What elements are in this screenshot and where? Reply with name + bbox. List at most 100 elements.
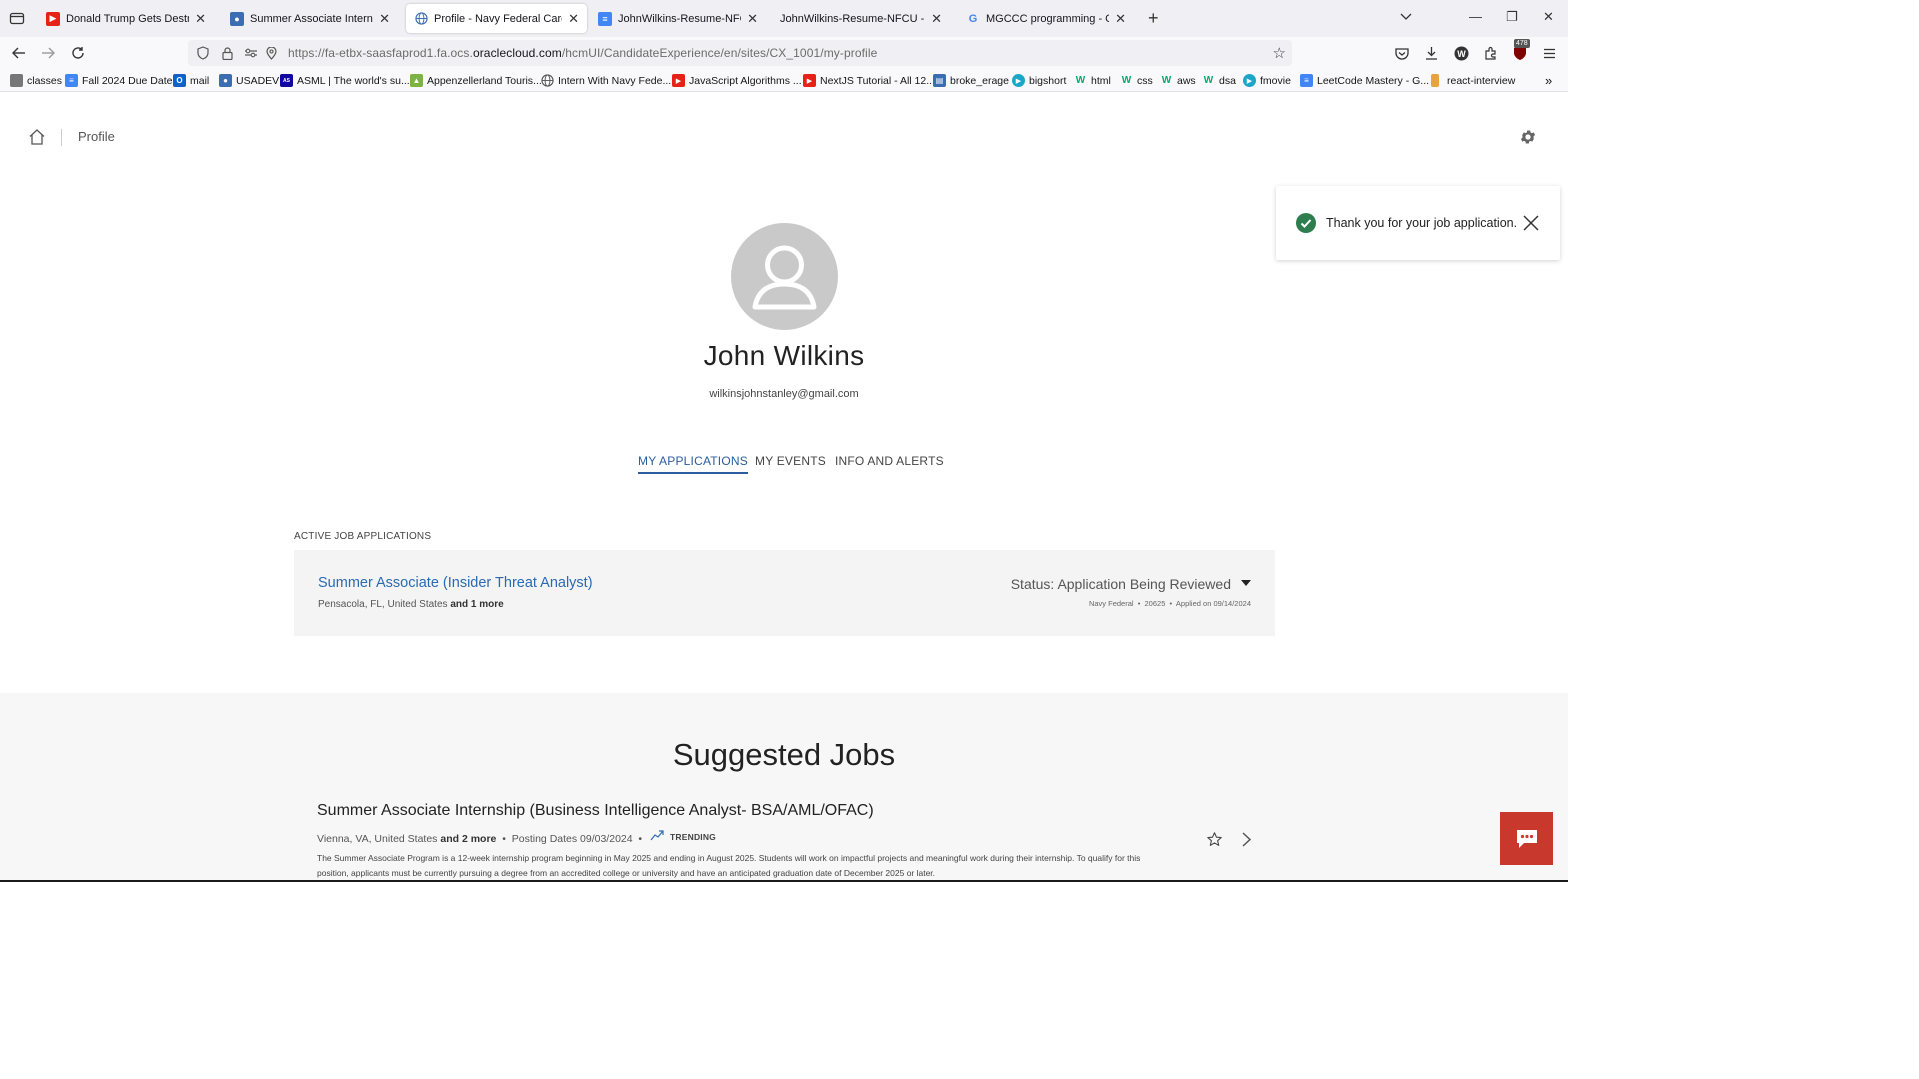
tab-close-icon[interactable]: ✕ <box>195 11 206 27</box>
play-icon: ▶ <box>1243 74 1256 87</box>
chat-button[interactable] <box>1500 812 1553 865</box>
tab-my-applications[interactable]: MY APPLICATIONS <box>638 454 748 474</box>
bookmark-label: JavaScript Algorithms ... <box>689 74 802 87</box>
application-status[interactable]: Status: Application Being Reviewed <box>1011 576 1231 592</box>
bookmark-item[interactable]: Wdsa <box>1202 73 1236 88</box>
pocket-icon[interactable] <box>1392 44 1412 62</box>
docs-icon: ≡ <box>65 74 78 87</box>
close-icon[interactable] <box>1522 214 1540 232</box>
asml-icon: AS <box>280 74 293 87</box>
bookmark-item[interactable]: ▶ NextJS Tutorial - All 12... <box>803 73 935 88</box>
url-text: https://fa-etbx-saasfaprod1.fa.ocs.oracl… <box>288 46 877 60</box>
bookmark-item[interactable]: Waws <box>1160 73 1196 88</box>
firefox-view-icon[interactable] <box>6 8 28 28</box>
url-bar[interactable]: https://fa-etbx-saasfaprod1.fa.ocs.oracl… <box>188 40 1292 66</box>
suggested-job-title[interactable]: Summer Associate Internship (Business In… <box>317 802 874 820</box>
tab-title: Summer Associate Internship (F <box>250 12 373 25</box>
chevron-right-icon[interactable] <box>1240 831 1252 848</box>
home-icon[interactable] <box>28 128 46 146</box>
avatar[interactable] <box>731 223 838 330</box>
breadcrumb-current: Profile <box>78 129 115 144</box>
permissions-icon[interactable] <box>242 44 260 62</box>
youtube-icon: ▶ <box>803 74 816 87</box>
tab-title: JohnWilkins-Resume-NFCU - JohnW <box>780 12 925 25</box>
wikipedia-extension-icon[interactable]: W <box>1451 44 1471 62</box>
tab-title: Profile - Navy Federal Careers <box>434 12 562 25</box>
bag-icon <box>10 74 23 87</box>
tab-close-icon[interactable]: ✕ <box>931 11 942 27</box>
bookmark-item[interactable]: classes <box>10 73 62 88</box>
more-bookmarks-icon[interactable]: » <box>1545 73 1552 88</box>
minimize-button[interactable]: — <box>1469 9 1482 24</box>
toast-message: Thank you for your job application. <box>1326 216 1518 230</box>
tab-close-icon[interactable]: ✕ <box>379 11 390 27</box>
bookmark-item[interactable]: ▶ JavaScript Algorithms ... <box>672 73 802 88</box>
suggested-job-posting-date: Posting Dates 09/03/2024 <box>511 833 633 845</box>
tab-title: Donald Trump Gets Destroyed in <box>66 12 190 25</box>
tab-info-and-alerts[interactable]: INFO AND ALERTS <box>835 454 944 472</box>
tab-my-events[interactable]: MY EVENTS <box>755 454 826 472</box>
youtube-icon: ▶ <box>46 11 60 26</box>
chat-bubble-icon <box>1516 829 1537 848</box>
profile-name: John Wilkins <box>703 340 865 371</box>
browser-tab-0[interactable]: ▶ Donald Trump Gets Destroyed in ✕ <box>38 4 214 33</box>
menu-icon[interactable] <box>1539 44 1559 62</box>
reload-icon[interactable] <box>67 43 89 63</box>
bookmark-item[interactable]: ▲ Appenzellerland Touris... <box>410 73 542 88</box>
caret-down-icon[interactable] <box>1241 580 1251 586</box>
browser-tab-4[interactable]: JohnWilkins-Resume-NFCU - JohnW ✕ <box>772 4 950 33</box>
w3-icon: W <box>1075 75 1086 86</box>
extensions-icon[interactable] <box>1481 44 1501 62</box>
bookmark-item[interactable]: Omail <box>173 73 209 88</box>
bookmark-item[interactable]: AS ASML | The world's su... <box>280 73 410 88</box>
application-job-title-link[interactable]: Summer Associate (Insider Threat Analyst… <box>318 575 593 591</box>
close-window-button[interactable]: ✕ <box>1543 9 1554 25</box>
lock-icon[interactable] <box>218 44 236 62</box>
profile-page: Profile Thank you for your job applicati… <box>0 92 1568 882</box>
url-prefix: https://fa-etbx-saasfaprod1.fa.ocs. <box>288 46 473 60</box>
forward-arrow-icon[interactable] <box>37 43 59 63</box>
application-card: Summer Associate (Insider Threat Analyst… <box>294 550 1275 636</box>
active-applications-heading: ACTIVE JOB APPLICATIONS <box>294 531 432 542</box>
bookmark-item[interactable]: Whtml <box>1074 73 1111 88</box>
browser-tab-5[interactable]: G MGCCC programming - Google ✕ <box>958 4 1134 33</box>
extension-badge: 478 <box>1514 39 1530 48</box>
browser-tab-3[interactable]: ≡ JohnWilkins-Resume-NFCU - Go ✕ <box>590 4 766 33</box>
bookmark-star-icon[interactable]: ☆ <box>1273 44 1286 62</box>
bookmark-item[interactable]: Intern With Navy Fede... <box>541 73 671 88</box>
suggested-job-location-more: and 2 more <box>440 833 497 845</box>
bookmark-item[interactable]: ▤ broke_erage <box>933 73 1009 88</box>
tab-close-icon[interactable]: ✕ <box>1115 11 1126 27</box>
bookmark-label: dsa <box>1219 74 1236 87</box>
list-all-tabs-icon[interactable] <box>1400 9 1412 24</box>
favorite-star-icon[interactable] <box>1206 831 1223 848</box>
bookmark-item[interactable]: react-interview <box>1431 73 1515 88</box>
browser-tab-2[interactable]: Profile - Navy Federal Careers ✕ <box>406 4 587 33</box>
new-tab-button[interactable]: + <box>1148 9 1159 27</box>
gear-icon[interactable] <box>1519 128 1537 146</box>
people-icon: ● <box>219 74 232 87</box>
download-icon[interactable] <box>1421 44 1441 62</box>
location-icon[interactable] <box>262 44 280 62</box>
tracking-shield-icon[interactable] <box>194 44 212 62</box>
url-host: oraclecloud.com <box>472 46 562 60</box>
tab-close-icon[interactable]: ✕ <box>568 11 579 27</box>
bookmark-item[interactable]: ▶ bigshort <box>1012 73 1066 88</box>
trending-badge: TRENDING <box>670 832 716 842</box>
bookmark-item[interactable]: ≡ Fall 2024 Due Dates <box>65 73 178 88</box>
bookmark-item[interactable]: ▶ fmovie <box>1243 73 1291 88</box>
restore-button[interactable]: ❐ <box>1506 9 1518 25</box>
back-arrow-icon[interactable] <box>8 43 30 63</box>
bookmark-label: ASML | The world's su... <box>297 74 410 87</box>
bookmark-item[interactable]: ● USADEV <box>219 73 279 88</box>
browser-tab-1[interactable]: ● Summer Associate Internship (F ✕ <box>222 4 398 33</box>
bookmark-item[interactable]: Wcss <box>1120 73 1153 88</box>
bookmarks-toolbar: classes ≡ Fall 2024 Due Dates Omail ● USAD… <box>0 69 1568 92</box>
svg-text:W: W <box>1457 49 1466 59</box>
google-docs-icon: ≡ <box>598 11 612 26</box>
tab-close-icon[interactable]: ✕ <box>747 11 758 27</box>
ublock-extension-icon[interactable]: 478 <box>1510 39 1530 62</box>
bookmark-item[interactable]: ≡ LeetCode Mastery - G... <box>1300 73 1429 88</box>
status-label: Status: <box>1010 576 1055 592</box>
browser-tab-bar: ▶ Donald Trump Gets Destroyed in ✕ ● Sum… <box>0 0 1568 37</box>
